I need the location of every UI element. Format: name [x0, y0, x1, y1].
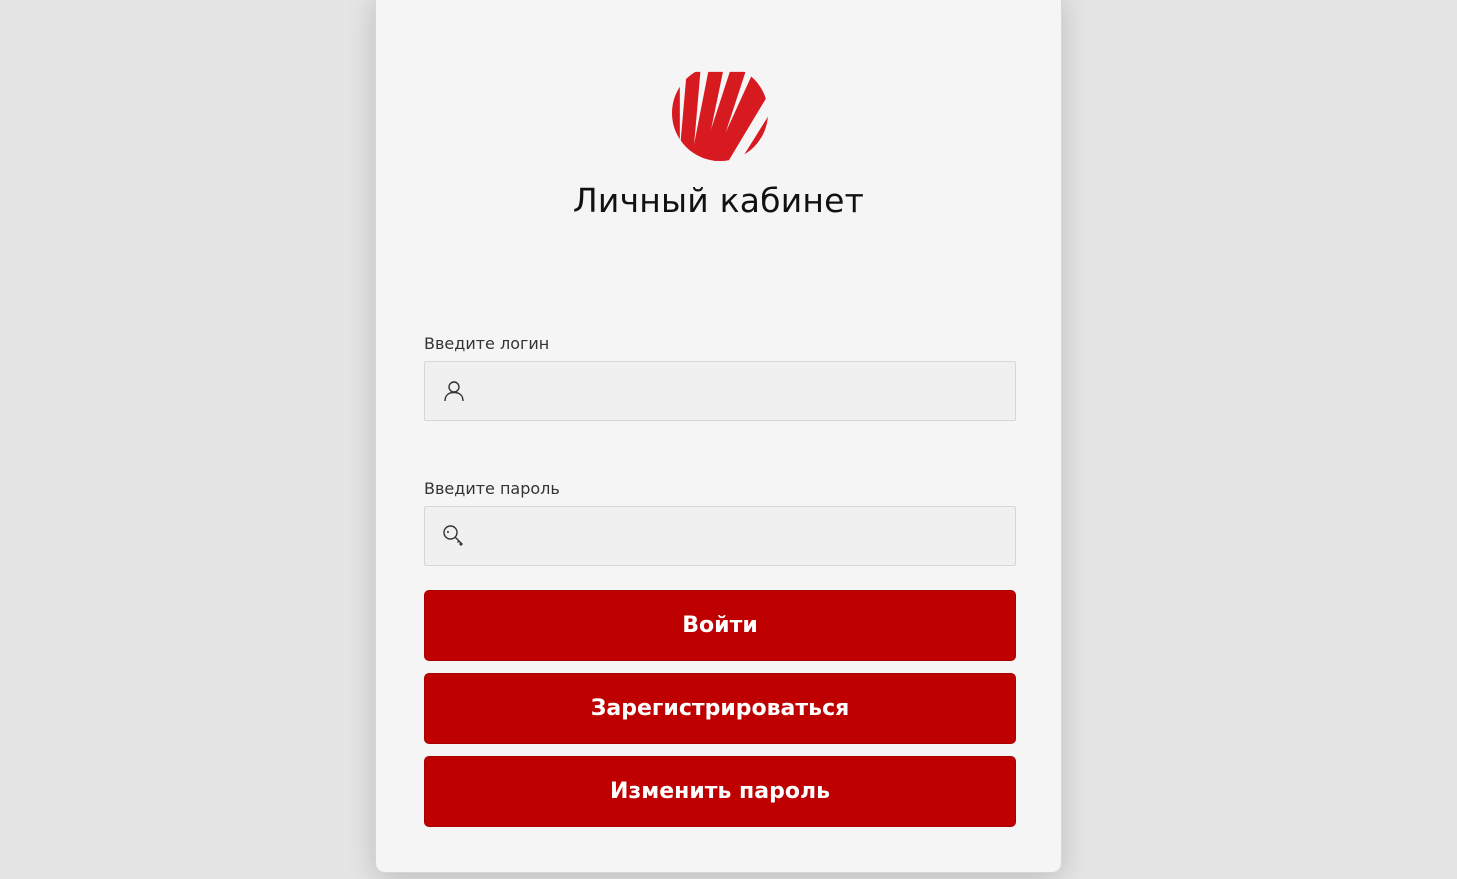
company-logo: [671, 71, 769, 162]
login-input[interactable]: [481, 362, 1005, 422]
user-icon: [444, 381, 464, 402]
login-label: Введите логин: [424, 334, 550, 353]
login-button[interactable]: Войти: [424, 590, 1016, 661]
password-label: Введите пароль: [424, 479, 560, 498]
password-field[interactable]: [424, 506, 1016, 567]
register-button[interactable]: Зарегистрироваться: [424, 673, 1016, 744]
key-icon: [443, 525, 463, 546]
change-password-button[interactable]: Изменить пароль: [424, 756, 1016, 827]
password-input[interactable]: [481, 507, 1005, 567]
login-field[interactable]: [424, 361, 1016, 422]
page-title: Личный кабинет: [572, 181, 865, 220]
login-card: Личный кабинет Введите логин Введите пар…: [375, 0, 1062, 873]
